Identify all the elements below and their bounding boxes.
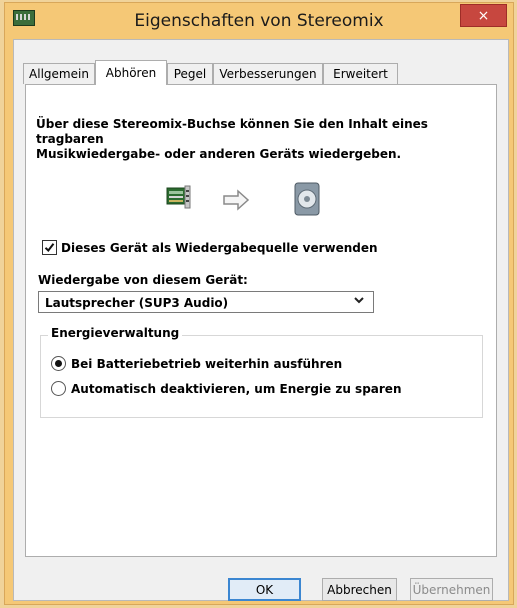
playback-device-label: Wiedergabe von diesem Gerät: (38, 273, 248, 287)
dialog-buttons: OK Abbrechen Übernehmen (14, 578, 508, 608)
checkmark-icon (44, 243, 55, 252)
radio-auto-disable-row[interactable]: Automatisch deaktivieren, um Energie zu … (51, 381, 401, 396)
description-text: Über diese Stereomix-Buchse können Sie d… (36, 117, 486, 162)
tab-panel: Über diese Stereomix-Buchse können Sie d… (25, 84, 497, 557)
playback-device-select[interactable]: Lautsprecher (SUP3 Audio) (38, 291, 374, 313)
close-button[interactable]: × (460, 4, 507, 27)
tab-allgemein[interactable]: Allgemein (23, 63, 95, 84)
tab-pegel[interactable]: Pegel (167, 63, 213, 84)
radio-keep-running[interactable] (51, 356, 66, 371)
tab-verbesserungen[interactable]: Verbesserungen (213, 63, 323, 84)
properties-window: Eigenschaften von Stereomix × Allgemein … (4, 2, 514, 605)
use-as-source-label: Dieses Gerät als Wiedergabequelle verwen… (61, 240, 378, 255)
radio-auto-disable-label: Automatisch deaktivieren, um Energie zu … (71, 381, 402, 396)
sound-card-icon (166, 185, 191, 209)
arrow-right-icon (223, 189, 250, 211)
description-line-1: Über diese Stereomix-Buchse können Sie d… (36, 117, 428, 146)
playback-device-value: Lautsprecher (SUP3 Audio) (45, 296, 229, 310)
tab-abhoeren[interactable]: Abhören (95, 60, 167, 85)
apply-button[interactable]: Übernehmen (410, 578, 493, 601)
chevron-down-icon (354, 297, 364, 304)
dialog-body: Allgemein Abhören Pegel Verbesserungen E… (13, 39, 509, 601)
radio-auto-disable[interactable] (51, 381, 66, 396)
title-bar: Eigenschaften von Stereomix × (5, 3, 513, 41)
window-title: Eigenschaften von Stereomix (134, 11, 384, 31)
tab-erweitert[interactable]: Erweitert (323, 63, 398, 84)
power-management-title: Energieverwaltung (48, 326, 183, 340)
description-line-2: Musikwiedergabe- oder anderen Geräts wie… (36, 147, 402, 161)
radio-keep-running-row[interactable]: Bei Batteriebetrieb weiterhin ausführen (51, 356, 342, 371)
power-management-group: Energieverwaltung Bei Batteriebetrieb we… (40, 326, 483, 418)
cancel-button[interactable]: Abbrechen (322, 578, 397, 601)
ok-button[interactable]: OK (228, 578, 301, 601)
radio-keep-running-label: Bei Batteriebetrieb weiterhin ausführen (71, 356, 343, 371)
speaker-icon (294, 182, 320, 216)
use-as-source-checkbox[interactable] (42, 240, 57, 255)
use-as-source-row[interactable]: Dieses Gerät als Wiedergabequelle verwen… (42, 240, 378, 255)
